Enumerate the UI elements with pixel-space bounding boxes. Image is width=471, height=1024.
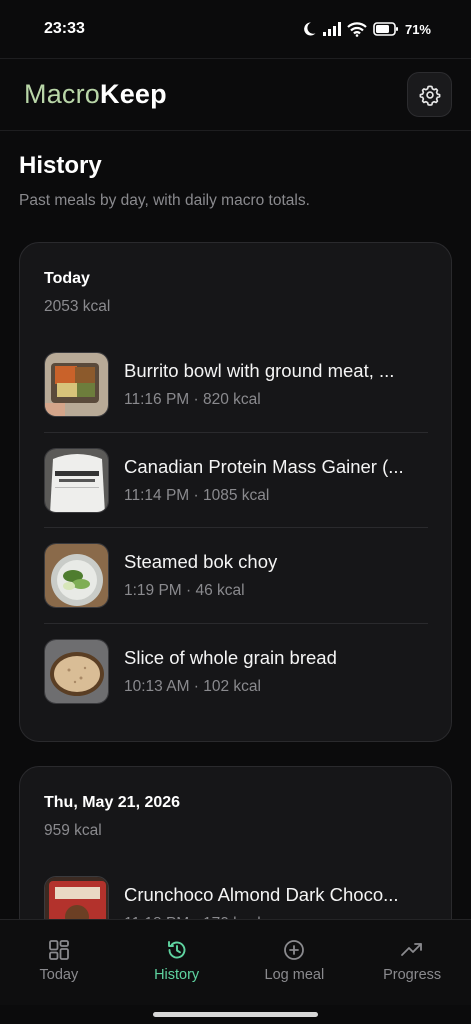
app-logo: MacroKeep: [24, 79, 167, 110]
meal-name: Slice of whole grain bread: [124, 647, 337, 668]
brand-keep: Keep: [100, 79, 167, 109]
settings-button[interactable]: [407, 72, 452, 117]
history-icon: [167, 941, 186, 959]
moon-icon: [304, 22, 316, 36]
meal-name: Canadian Protein Mass Gainer (...: [124, 456, 404, 477]
trend-up-icon: [401, 943, 423, 956]
nav-label: Log meal: [264, 967, 325, 983]
status-bar: 23:33 71%: [0, 0, 471, 58]
gear-icon: [419, 84, 440, 106]
nav-label: Progress: [383, 967, 442, 983]
meal-thumbnail-burrito-bowl: [44, 352, 109, 417]
meal-time-kcal: 11:16 PM · 820 kcal: [124, 391, 261, 408]
meal-item[interactable]: Canadian Protein Mass Gainer (... 11:14 …: [44, 433, 428, 528]
wifi-icon: [347, 21, 367, 37]
battery-icon: [373, 22, 398, 36]
meal-thumbnail-bok-choy: [44, 543, 109, 608]
bottom-navigation: Today History Log meal Progress: [0, 919, 471, 1005]
nav-label: History: [154, 967, 200, 983]
meal-time-kcal: 11:14 PM · 1085 kcal: [124, 487, 270, 504]
gesture-handle[interactable]: [153, 1012, 318, 1017]
battery-percent: 71%: [404, 21, 431, 37]
brand-macro: Macro: [24, 79, 101, 109]
status-icons: 71%: [301, 21, 431, 37]
page-title: History: [19, 152, 102, 179]
nav-log-meal[interactable]: Log meal: [236, 920, 354, 1005]
meal-name: Crunchoco Almond Dark Choco...: [124, 884, 399, 905]
signal-icon: [322, 22, 341, 36]
grid-icon: [48, 940, 69, 960]
page-subtitle: Past meals by day, with daily macro tota…: [19, 192, 310, 209]
meal-item[interactable]: Burrito bowl with ground meat, ... 11:16…: [44, 337, 428, 432]
day-label: Thu, May 21, 2026: [44, 794, 181, 811]
nav-history[interactable]: History: [118, 920, 236, 1005]
meal-item[interactable]: Slice of whole grain bread 10:13 AM · 10…: [44, 624, 428, 719]
nav-label: Today: [39, 967, 79, 983]
meal-time-kcal: 10:13 AM · 102 kcal: [124, 678, 261, 695]
day-total-kcal: 2053 kcal: [44, 298, 111, 315]
app-header: MacroKeep: [0, 58, 471, 131]
status-time: 23:33: [44, 20, 85, 37]
day-card-today: Today 2053 kcal Burrito bowl with ground…: [19, 242, 452, 742]
day-label: Today: [44, 270, 90, 287]
day-total-kcal: 959 kcal: [44, 822, 102, 839]
plus-circle-icon: [284, 940, 305, 960]
meal-time-kcal: 1:19 PM · 46 kcal: [124, 582, 245, 599]
meal-name: Burrito bowl with ground meat, ...: [124, 360, 395, 381]
meal-name: Steamed bok choy: [124, 551, 278, 572]
meal-thumbnail-bread: [44, 639, 109, 704]
meal-item[interactable]: Steamed bok choy 1:19 PM · 46 kcal: [44, 528, 428, 623]
nav-today[interactable]: Today: [0, 920, 118, 1005]
meal-thumbnail-mass-gainer: [44, 448, 109, 513]
nav-progress[interactable]: Progress: [353, 920, 471, 1005]
